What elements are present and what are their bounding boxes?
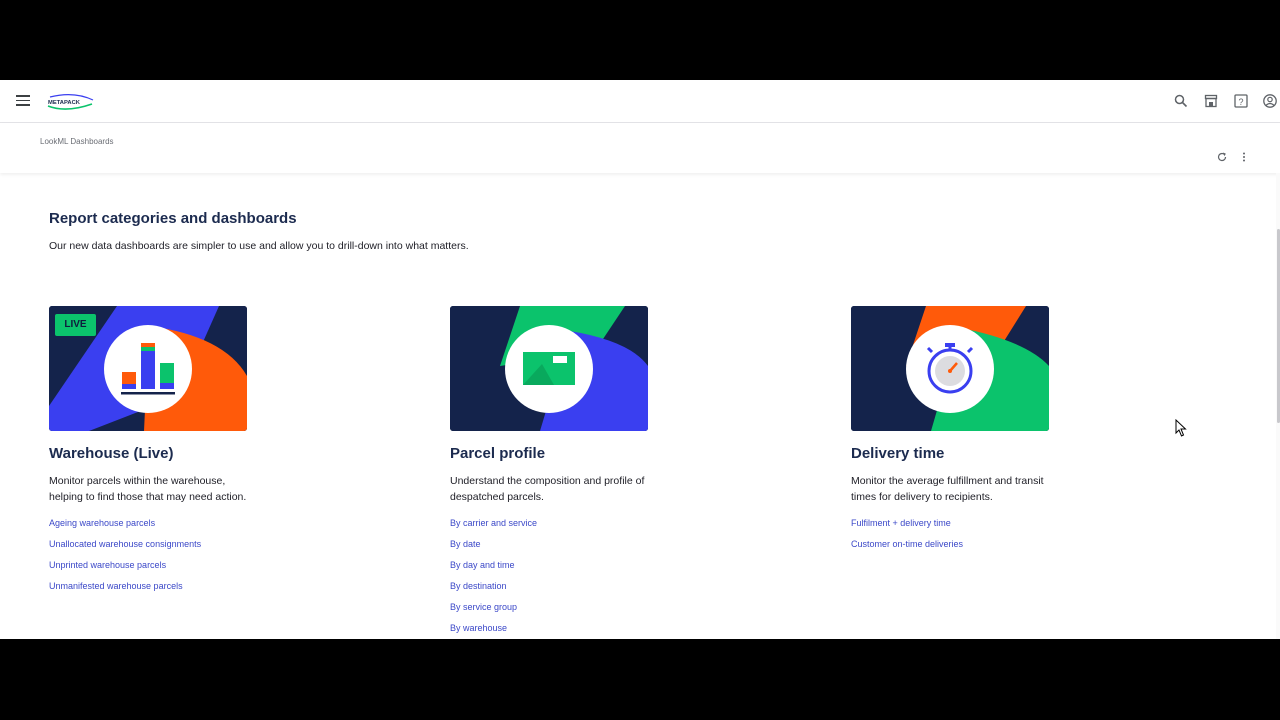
link-unprinted-warehouse-parcels[interactable]: Unprinted warehouse parcels xyxy=(49,560,166,570)
link-ageing-warehouse-parcels[interactable]: Ageing warehouse parcels xyxy=(49,518,155,528)
link-unmanifested-warehouse-parcels[interactable]: Unmanifested warehouse parcels xyxy=(49,581,183,591)
link-by-day-and-time[interactable]: By day and time xyxy=(450,560,515,570)
link-by-service-group[interactable]: By service group xyxy=(450,602,517,612)
refresh-icon[interactable] xyxy=(1216,151,1228,163)
link-by-warehouse[interactable]: By warehouse xyxy=(450,623,507,633)
more-vert-icon[interactable] xyxy=(1238,151,1250,163)
search-icon[interactable] xyxy=(1173,93,1189,109)
card-description: Monitor the average fulfillment and tran… xyxy=(851,475,1044,503)
mouse-cursor-icon xyxy=(1175,419,1187,437)
metapack-logo[interactable]: METAPACK xyxy=(46,91,96,113)
card-title[interactable]: Parcel profile xyxy=(450,445,710,462)
menu-icon[interactable] xyxy=(16,95,30,107)
link-by-destination[interactable]: By destination xyxy=(450,581,507,591)
card-parcel-profile: Parcel profile Understand the compositio… xyxy=(450,306,710,639)
marketplace-icon[interactable] xyxy=(1203,93,1219,109)
card-title[interactable]: Delivery time xyxy=(851,445,1111,462)
link-by-carrier-and-service[interactable]: By carrier and service xyxy=(450,518,537,528)
help-icon[interactable]: ? xyxy=(1233,93,1249,109)
link-unallocated-warehouse-consignments[interactable]: Unallocated warehouse consignments xyxy=(49,539,201,549)
card-title[interactable]: Warehouse (Live) xyxy=(49,445,309,462)
card-warehouse-live: LIVE Warehouse (Live) Monitor parcels wi… xyxy=(49,306,309,597)
warehouse-illustration[interactable]: LIVE xyxy=(49,306,247,431)
delivery-illustration[interactable] xyxy=(851,306,1049,431)
link-by-date[interactable]: By date xyxy=(450,539,481,549)
svg-text:?: ? xyxy=(1238,97,1243,107)
live-badge: LIVE xyxy=(55,314,96,336)
vertical-scrollbar[interactable] xyxy=(1276,173,1280,639)
breadcrumb[interactable]: LookML Dashboards xyxy=(40,137,114,146)
app-window: METAPACK ? LookML Dashboards Report cate… xyxy=(0,80,1280,639)
link-customer-on-time-deliveries[interactable]: Customer on-time deliveries xyxy=(851,539,963,549)
card-delivery-time: Delivery time Monitor the average fulfil… xyxy=(851,306,1111,555)
card-description: Monitor parcels within the warehouse, he… xyxy=(49,475,247,503)
link-fulfilment-delivery-time[interactable]: Fulfilment + delivery time xyxy=(851,518,951,528)
top-bar: METAPACK ? xyxy=(0,80,1280,123)
card-description: Understand the composition and profile o… xyxy=(450,475,645,503)
logo-text: METAPACK xyxy=(48,100,81,106)
dashboard-header: LookML Dashboards xyxy=(0,123,1280,173)
page-subtitle: Our new data dashboards are simpler to u… xyxy=(49,240,469,252)
page-title: Report categories and dashboards xyxy=(49,210,297,227)
parcel-illustration[interactable] xyxy=(450,306,648,431)
dashboard-content: Report categories and dashboards Our new… xyxy=(0,173,1276,639)
account-icon[interactable] xyxy=(1262,93,1278,109)
